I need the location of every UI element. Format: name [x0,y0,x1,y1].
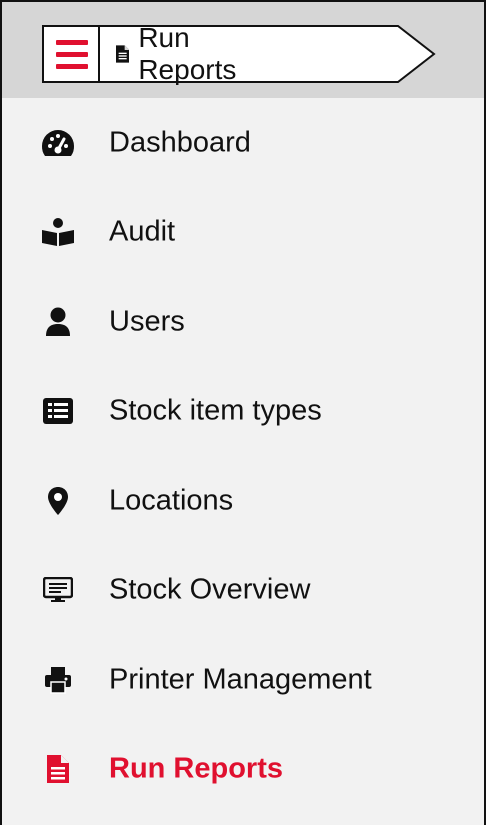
nav-item-stock-overview[interactable]: Stock Overview [2,546,484,636]
breadcrumb-label: Run Reports [138,22,237,85]
nav-item-users[interactable]: Users [2,277,484,367]
hamburger-menu-icon [56,40,88,70]
audit-book-icon [40,214,76,250]
nav-item-dashboard[interactable]: Dashboard [2,98,484,188]
nav-item-stock-item-types[interactable]: Stock item types [2,367,484,457]
nav-item-label: Stock item types [109,394,322,427]
nav-item-run-reports[interactable]: Run Reports [2,725,484,815]
top-bar: Run Reports [2,2,484,98]
nav-item-label: Locations [109,484,234,517]
nav-item-label: Run Reports [109,752,283,785]
nav-item-label: Printer Management [109,663,372,696]
nav-item-locations[interactable]: Locations [2,456,484,546]
nav-item-label: Audit [109,215,176,248]
file-report-icon [40,751,76,787]
nav-item-printer-management[interactable]: Printer Management [2,635,484,725]
nav-item-label: Stock Overview [109,573,311,606]
file-text-icon [116,45,130,63]
map-marker-icon [40,483,76,519]
nav-item-label: Users [109,305,185,338]
nav-item-audit[interactable]: Audit [2,188,484,278]
monitor-icon [40,572,76,608]
menu-toggle-button[interactable] [42,25,100,83]
sidebar-nav: Dashboard Audit Users Stock item types L… [2,98,484,814]
user-icon [40,304,76,340]
tachometer-icon [40,125,76,161]
sidebar-panel: Run Reports Dashboard Audit Users Stock … [0,0,486,825]
nav-item-label: Dashboard [109,126,251,159]
list-alt-icon [40,393,76,429]
print-icon [40,662,76,698]
